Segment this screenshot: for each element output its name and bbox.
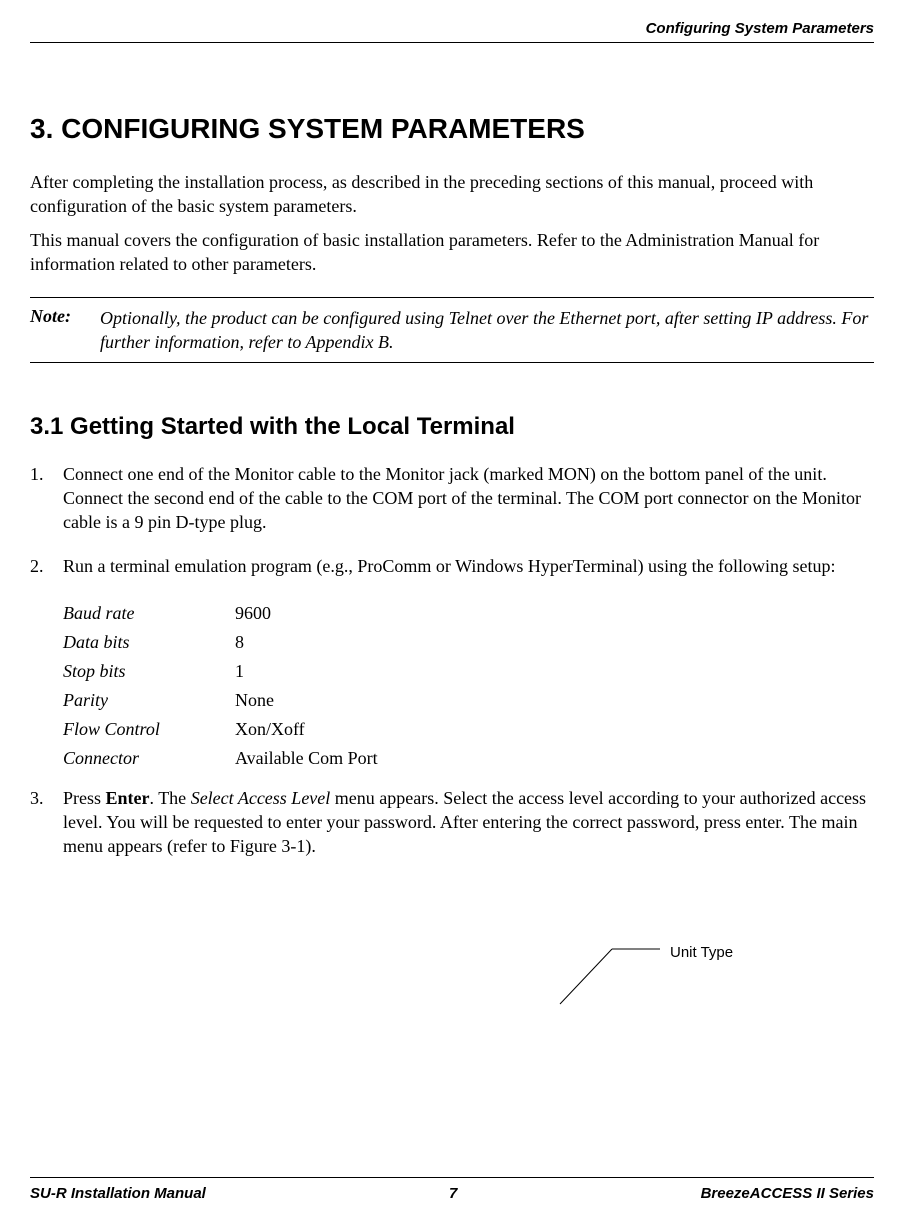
- step-item: Run a terminal emulation program (e.g., …: [30, 555, 874, 579]
- keyboard-key: Enter: [106, 788, 150, 808]
- param-label: Connector: [63, 744, 235, 773]
- step-item: Connect one end of the Monitor cable to …: [30, 463, 874, 535]
- document-page: Configuring System Parameters 3. CONFIGU…: [0, 0, 904, 1009]
- intro-paragraph-2: This manual covers the configuration of …: [30, 229, 874, 277]
- table-row: Connector Available Com Port: [63, 744, 378, 773]
- callout-label: Unit Type: [670, 944, 733, 961]
- note-text: Optionally, the product can be configure…: [100, 306, 874, 355]
- step-list: Connect one end of the Monitor cable to …: [30, 463, 874, 579]
- step-text: Connect one end of the Monitor cable to …: [63, 463, 874, 535]
- table-row: Flow Control Xon/Xoff: [63, 715, 378, 744]
- table-row: Stop bits 1: [63, 657, 378, 686]
- text-fragment: Press: [63, 788, 106, 808]
- footer-page-number: 7: [449, 1185, 457, 1202]
- note-block: Note: Optionally, the product can be con…: [30, 297, 874, 364]
- terminal-setup-table: Baud rate 9600 Data bits 8 Stop bits 1 P…: [63, 599, 378, 773]
- running-header-text: Configuring System Parameters: [646, 20, 874, 37]
- table-row: Parity None: [63, 686, 378, 715]
- param-value: Xon/Xoff: [235, 715, 378, 744]
- menu-name: Select Access Level: [191, 788, 331, 808]
- param-label: Data bits: [63, 628, 235, 657]
- param-value: None: [235, 686, 378, 715]
- param-label: Stop bits: [63, 657, 235, 686]
- param-label: Flow Control: [63, 715, 235, 744]
- param-label: Baud rate: [63, 599, 235, 628]
- note-label: Note:: [30, 306, 100, 355]
- section-title: 3.1 Getting Started with the Local Termi…: [30, 413, 874, 441]
- step-text: Run a terminal emulation program (e.g., …: [63, 555, 874, 579]
- param-value: 9600: [235, 599, 378, 628]
- page-footer: SU-R Installation Manual 7 BreezeACCESS …: [30, 1177, 874, 1202]
- callout-line-icon: [30, 919, 730, 1009]
- param-value: 8: [235, 628, 378, 657]
- table-row: Baud rate 9600: [63, 599, 378, 628]
- table-row: Data bits 8: [63, 628, 378, 657]
- step-item: Press Enter. The Select Access Level men…: [30, 787, 874, 859]
- chapter-title: 3. CONFIGURING SYSTEM PARAMETERS: [30, 113, 874, 145]
- figure-callout-area: Unit Type: [30, 919, 874, 1009]
- text-fragment: . The: [150, 788, 191, 808]
- param-value: Available Com Port: [235, 744, 378, 773]
- step-list-cont: Press Enter. The Select Access Level men…: [30, 787, 874, 859]
- step-text: Press Enter. The Select Access Level men…: [63, 787, 874, 859]
- intro-paragraph-1: After completing the installation proces…: [30, 171, 874, 219]
- running-header: Configuring System Parameters: [30, 20, 874, 43]
- footer-left: SU-R Installation Manual: [30, 1185, 206, 1202]
- footer-right: BreezeACCESS II Series: [701, 1185, 874, 1202]
- param-value: 1: [235, 657, 378, 686]
- param-label: Parity: [63, 686, 235, 715]
